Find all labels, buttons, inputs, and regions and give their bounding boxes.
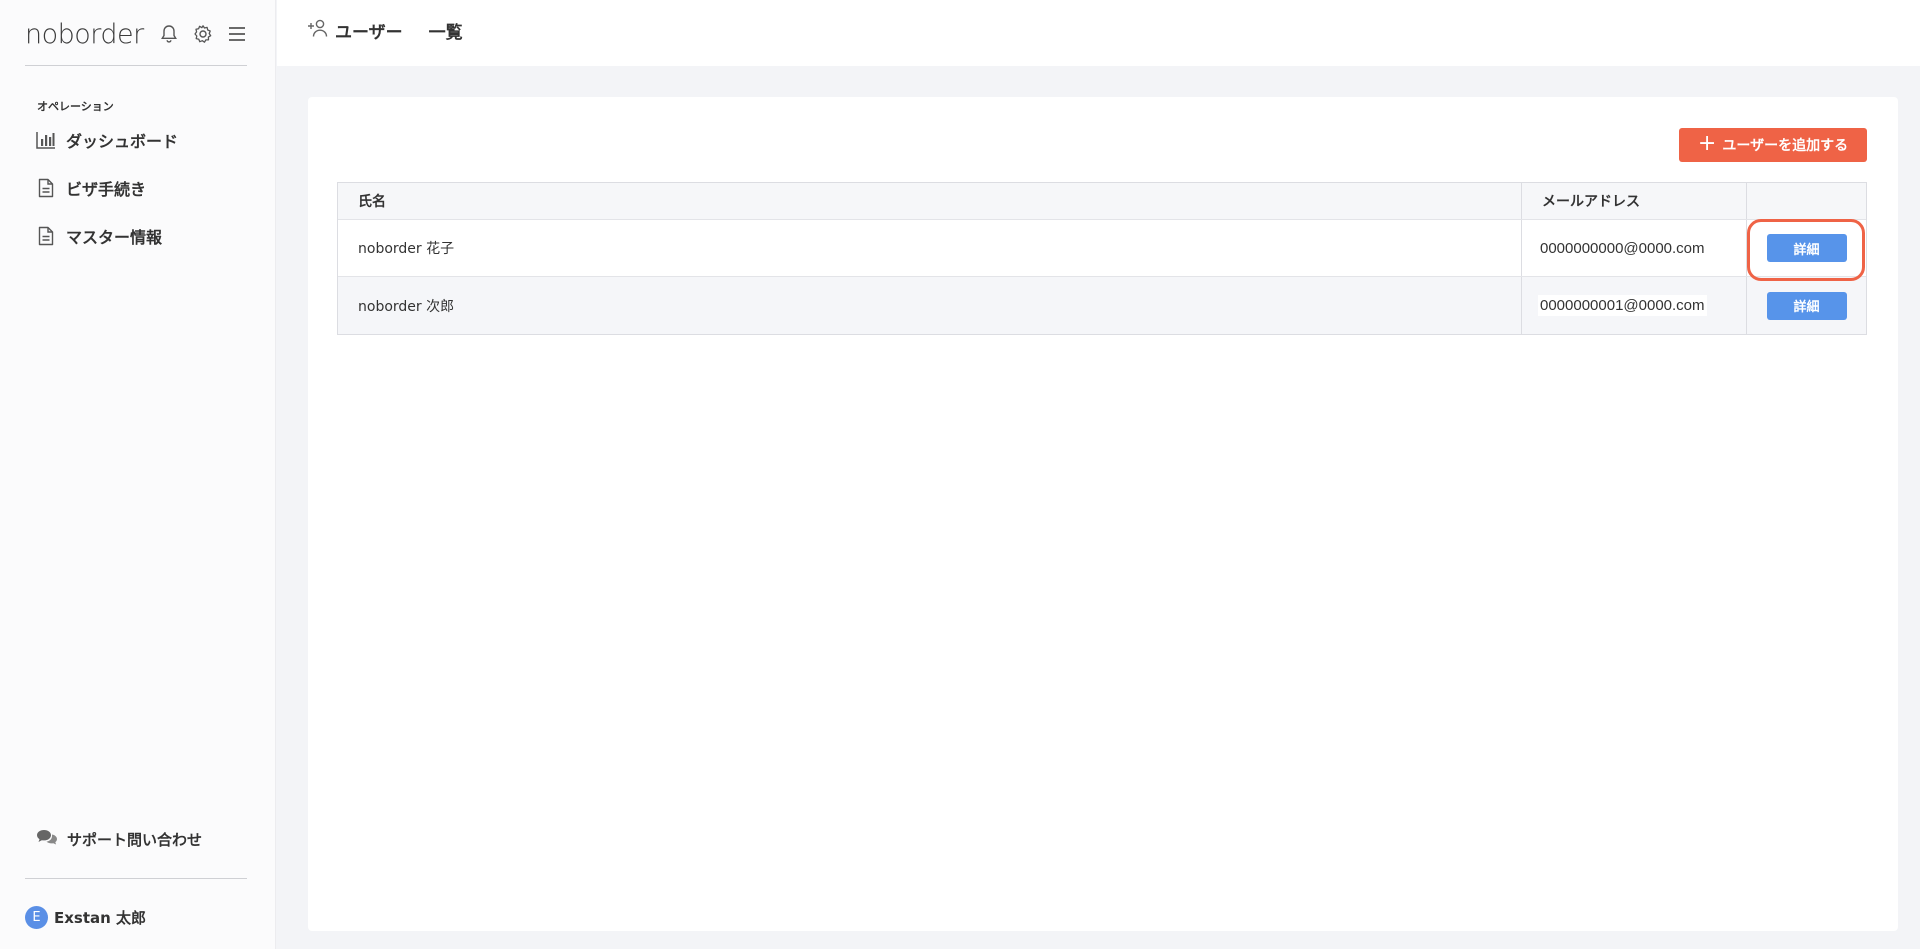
sidebar-item-master[interactable]: マスター情報 — [36, 221, 162, 251]
table-row: noborder 花子 0000000000@0000.com 詳細 — [338, 220, 1866, 277]
page-title-main: ユーザー — [335, 23, 403, 43]
brand-row: noborder — [25, 14, 247, 54]
add-user-button[interactable]: + ユーザーを追加する — [1679, 128, 1867, 162]
avatar: E — [25, 906, 48, 929]
gear-icon[interactable] — [193, 24, 213, 44]
sidebar: noborder オペレーション ダッシュボード ビザ手続き マスター情報 サポ… — [0, 0, 276, 949]
support-label: サポート問い合わせ — [67, 830, 203, 849]
email-text: 0000000000@0000.com — [1538, 237, 1707, 259]
current-user[interactable]: E Exstan 太郎 — [25, 906, 146, 929]
cell-name: noborder 次郎 — [338, 277, 1522, 334]
cell-email: 0000000000@0000.com — [1522, 220, 1747, 276]
sidebar-divider-bottom — [25, 878, 247, 879]
sidebar-item-visa[interactable]: ビザ手続き — [36, 173, 146, 203]
document-icon — [36, 178, 56, 198]
cell-action: 詳細 — [1747, 277, 1866, 334]
topbar: ユーザー 一覧 — [277, 0, 1920, 66]
add-user-icon — [307, 18, 329, 43]
logo[interactable]: noborder — [25, 19, 144, 50]
column-header-action — [1747, 183, 1866, 219]
column-header-name: 氏名 — [338, 183, 1522, 219]
table-header-row: 氏名 メールアドレス — [338, 183, 1866, 220]
main-panel: + ユーザーを追加する 氏名 メールアドレス noborder 花子 00000… — [308, 97, 1898, 931]
section-label-operation: オペレーション — [37, 100, 114, 113]
support-link[interactable]: サポート問い合わせ — [36, 824, 202, 854]
sidebar-item-label: マスター情報 — [66, 228, 163, 247]
sidebar-divider-top — [25, 65, 247, 66]
page-title-sub: 一覧 — [428, 23, 463, 43]
page-title: ユーザー 一覧 — [307, 18, 463, 43]
sidebar-item-label: ダッシュボード — [66, 132, 179, 151]
document-icon — [36, 226, 56, 246]
bar-chart-icon — [36, 130, 56, 150]
add-user-button-label: ユーザーを追加する — [1722, 138, 1849, 154]
chat-bubbles-icon — [36, 828, 58, 850]
cell-email: 0000000001@0000.com — [1522, 277, 1747, 334]
users-table: 氏名 メールアドレス noborder 花子 0000000000@0000.c… — [337, 182, 1867, 335]
cell-action: 詳細 — [1747, 220, 1866, 276]
detail-button[interactable]: 詳細 — [1766, 234, 1847, 262]
cell-name: noborder 花子 — [338, 220, 1522, 276]
brand-icons — [159, 24, 247, 44]
detail-button[interactable]: 詳細 — [1766, 291, 1847, 320]
bell-icon[interactable] — [159, 24, 179, 44]
user-name: Exstan 太郎 — [54, 909, 147, 927]
hamburger-menu-icon[interactable] — [227, 24, 247, 44]
column-header-email: メールアドレス — [1522, 183, 1747, 219]
table-row: noborder 次郎 0000000001@0000.com 詳細 — [338, 277, 1866, 334]
sidebar-item-dashboard[interactable]: ダッシュボード — [36, 125, 178, 155]
sidebar-item-label: ビザ手続き — [66, 180, 147, 199]
email-text: 0000000001@0000.com — [1538, 295, 1707, 316]
plus-icon: + — [1697, 131, 1717, 156]
